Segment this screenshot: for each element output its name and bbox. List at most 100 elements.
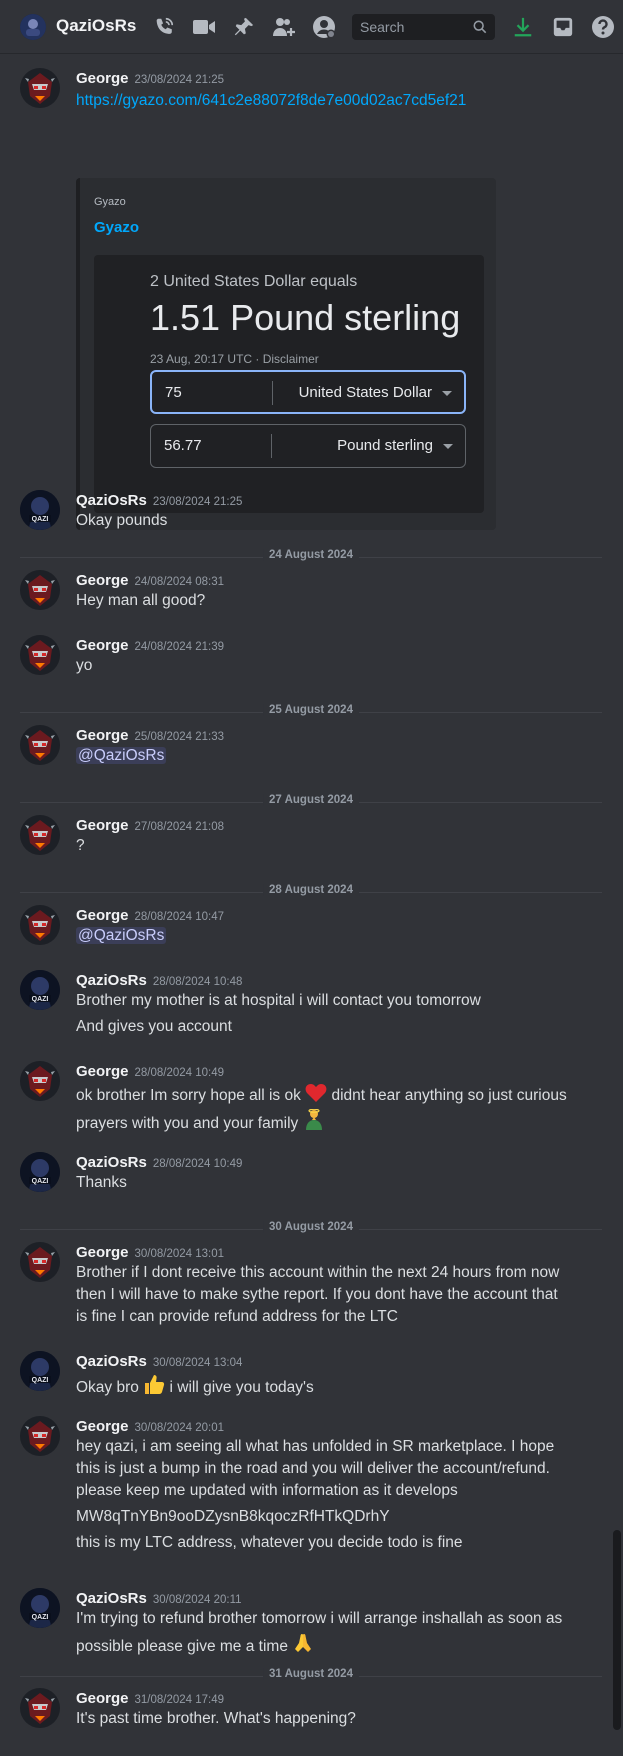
from-currency-box: 75 United States Dollar (150, 370, 466, 414)
timestamp: 23/08/2024 21:25 (134, 74, 225, 86)
avatar[interactable] (20, 1061, 60, 1101)
timestamp: 27/08/2024 21:08 (134, 821, 225, 833)
timestamp: 30/08/2024 13:04 (152, 1357, 243, 1369)
message-text: possible please give me a time (76, 1632, 314, 1656)
timestamp: 30/08/2024 20:11 (152, 1594, 242, 1606)
embed-image[interactable]: 2 United States Dollar equals 1.51 Pound… (94, 255, 484, 513)
author-name[interactable]: QaziOsRs (76, 1590, 147, 1607)
message-text: Hey man all good? (76, 592, 206, 609)
search-placeholder: Search (360, 19, 405, 35)
scrollbar-thumb[interactable] (613, 1530, 621, 1730)
search-icon (473, 20, 487, 34)
phone-call-icon[interactable] (150, 13, 178, 41)
message-text: And gives you account (76, 1018, 232, 1035)
message-text: this is my LTC address, whatever you dec… (76, 1534, 463, 1551)
embed-provider: Gyazo (94, 196, 126, 208)
author-name[interactable]: George (76, 572, 129, 589)
avatar[interactable] (20, 68, 60, 108)
message-text: I'm trying to refund brother tomorrow i … (76, 1610, 563, 1627)
author-name[interactable]: George (76, 70, 129, 87)
inbox-icon[interactable] (549, 13, 577, 41)
date-divider: 28 August 2024 (20, 884, 602, 896)
search-input[interactable]: Search (352, 14, 495, 40)
author-name[interactable]: QaziOsRs (76, 972, 147, 989)
timestamp: 28/08/2024 10:49 (134, 1067, 225, 1079)
help-icon[interactable] (589, 13, 617, 41)
message-text: ? (76, 837, 85, 854)
from-currency: United States Dollar (298, 384, 432, 401)
author-name[interactable]: George (76, 1418, 129, 1435)
message-text: Thanks (76, 1174, 127, 1191)
message-text: Okay bro i will give you today's (76, 1373, 314, 1397)
message-text: this is just a bump in the road and you … (76, 1460, 550, 1477)
video-icon[interactable] (190, 13, 218, 41)
message-text: Okay pounds (76, 512, 168, 529)
avatar[interactable]: QAZI (20, 490, 60, 530)
avatar[interactable] (20, 725, 60, 765)
message-text: MW8qTnYBn9ooDZysnB8kqoczRfHTkQDrhY (76, 1508, 390, 1525)
avatar[interactable] (20, 635, 60, 675)
download-icon[interactable] (509, 13, 537, 41)
channel-header: QaziOsRs Search (0, 0, 623, 54)
message-text: prayers with you and your family (76, 1109, 325, 1133)
timestamp: 28/08/2024 10:49 (152, 1158, 243, 1170)
date-divider: 27 August 2024 (20, 794, 602, 806)
message-text: yo (76, 657, 93, 674)
svg-text:QAZI: QAZI (32, 996, 49, 1003)
message-text: is fine I can provide refund address for… (76, 1308, 398, 1325)
red-heart-emoji-icon (305, 1084, 327, 1102)
chevron-down-icon (442, 391, 452, 396)
avatar[interactable] (20, 905, 60, 945)
pin-icon[interactable] (230, 13, 258, 41)
date-divider: 24 August 2024 (20, 549, 602, 561)
folded-hands-emoji-icon (295, 1634, 312, 1652)
avatar[interactable] (20, 1416, 60, 1456)
author-name[interactable]: George (76, 1244, 129, 1261)
message-text: It's past time brother. What's happening… (76, 1710, 356, 1727)
avatar[interactable] (20, 570, 60, 610)
message-text: hey qazi, i am seeing all what has unfol… (76, 1438, 555, 1455)
avatar[interactable] (20, 815, 60, 855)
author-name[interactable]: George (76, 1063, 129, 1080)
svg-text:QAZI: QAZI (32, 1178, 49, 1185)
timestamp: 24/08/2024 21:39 (134, 641, 225, 653)
user-mention[interactable]: @QaziOsRs (76, 747, 167, 764)
svg-text:QAZI: QAZI (32, 1614, 49, 1621)
avatar[interactable]: QAZI (20, 1351, 60, 1391)
timestamp: 30/08/2024 20:01 (134, 1422, 225, 1434)
author-name[interactable]: George (76, 907, 129, 924)
praying-person-emoji-icon (305, 1109, 322, 1130)
avatar[interactable] (20, 1242, 60, 1282)
author-name[interactable]: George (76, 727, 129, 744)
timestamp: 25/08/2024 21:33 (134, 731, 225, 743)
date-divider: 30 August 2024 (20, 1221, 602, 1233)
user-mention[interactable]: @QaziOsRs (76, 927, 167, 944)
chevron-down-icon (443, 444, 453, 449)
author-name[interactable]: QaziOsRs (76, 1154, 147, 1171)
avatar[interactable]: QAZI (20, 1152, 60, 1192)
svg-text:QAZI: QAZI (32, 1377, 49, 1384)
message-text: Brother my mother is at hospital i will … (76, 992, 481, 1009)
author-name[interactable]: George (76, 817, 129, 834)
author-name[interactable]: George (76, 1690, 129, 1707)
channel-name: QaziOsRs (56, 16, 137, 35)
message-link[interactable]: https://gyazo.com/641c2e88072f8de7e00d02… (76, 92, 466, 110)
message-text: please keep me updated with information … (76, 1482, 458, 1499)
author-name[interactable]: QaziOsRs (76, 492, 147, 509)
avatar[interactable]: QAZI (20, 1588, 60, 1628)
add-friend-icon[interactable] (270, 13, 298, 41)
svg-text:QAZI: QAZI (32, 516, 49, 523)
conversion-result: 1.51 Pound sterling (150, 297, 461, 338)
profile-icon[interactable] (310, 13, 338, 41)
to-currency-box: 56.77 Pound sterling (150, 424, 466, 468)
avatar[interactable]: QAZI (20, 970, 60, 1010)
author-name[interactable]: QaziOsRs (76, 1353, 147, 1370)
link-embed: Gyazo Gyazo 2 United States Dollar equal… (76, 178, 496, 530)
timestamp: 28/08/2024 10:47 (134, 911, 225, 923)
author-name[interactable]: George (76, 637, 129, 654)
channel-avatar[interactable] (20, 14, 46, 40)
timestamp: 30/08/2024 13:01 (134, 1248, 225, 1260)
embed-title[interactable]: Gyazo (94, 219, 139, 236)
timestamp: 31/08/2024 17:49 (134, 1694, 225, 1706)
avatar[interactable] (20, 1688, 60, 1728)
